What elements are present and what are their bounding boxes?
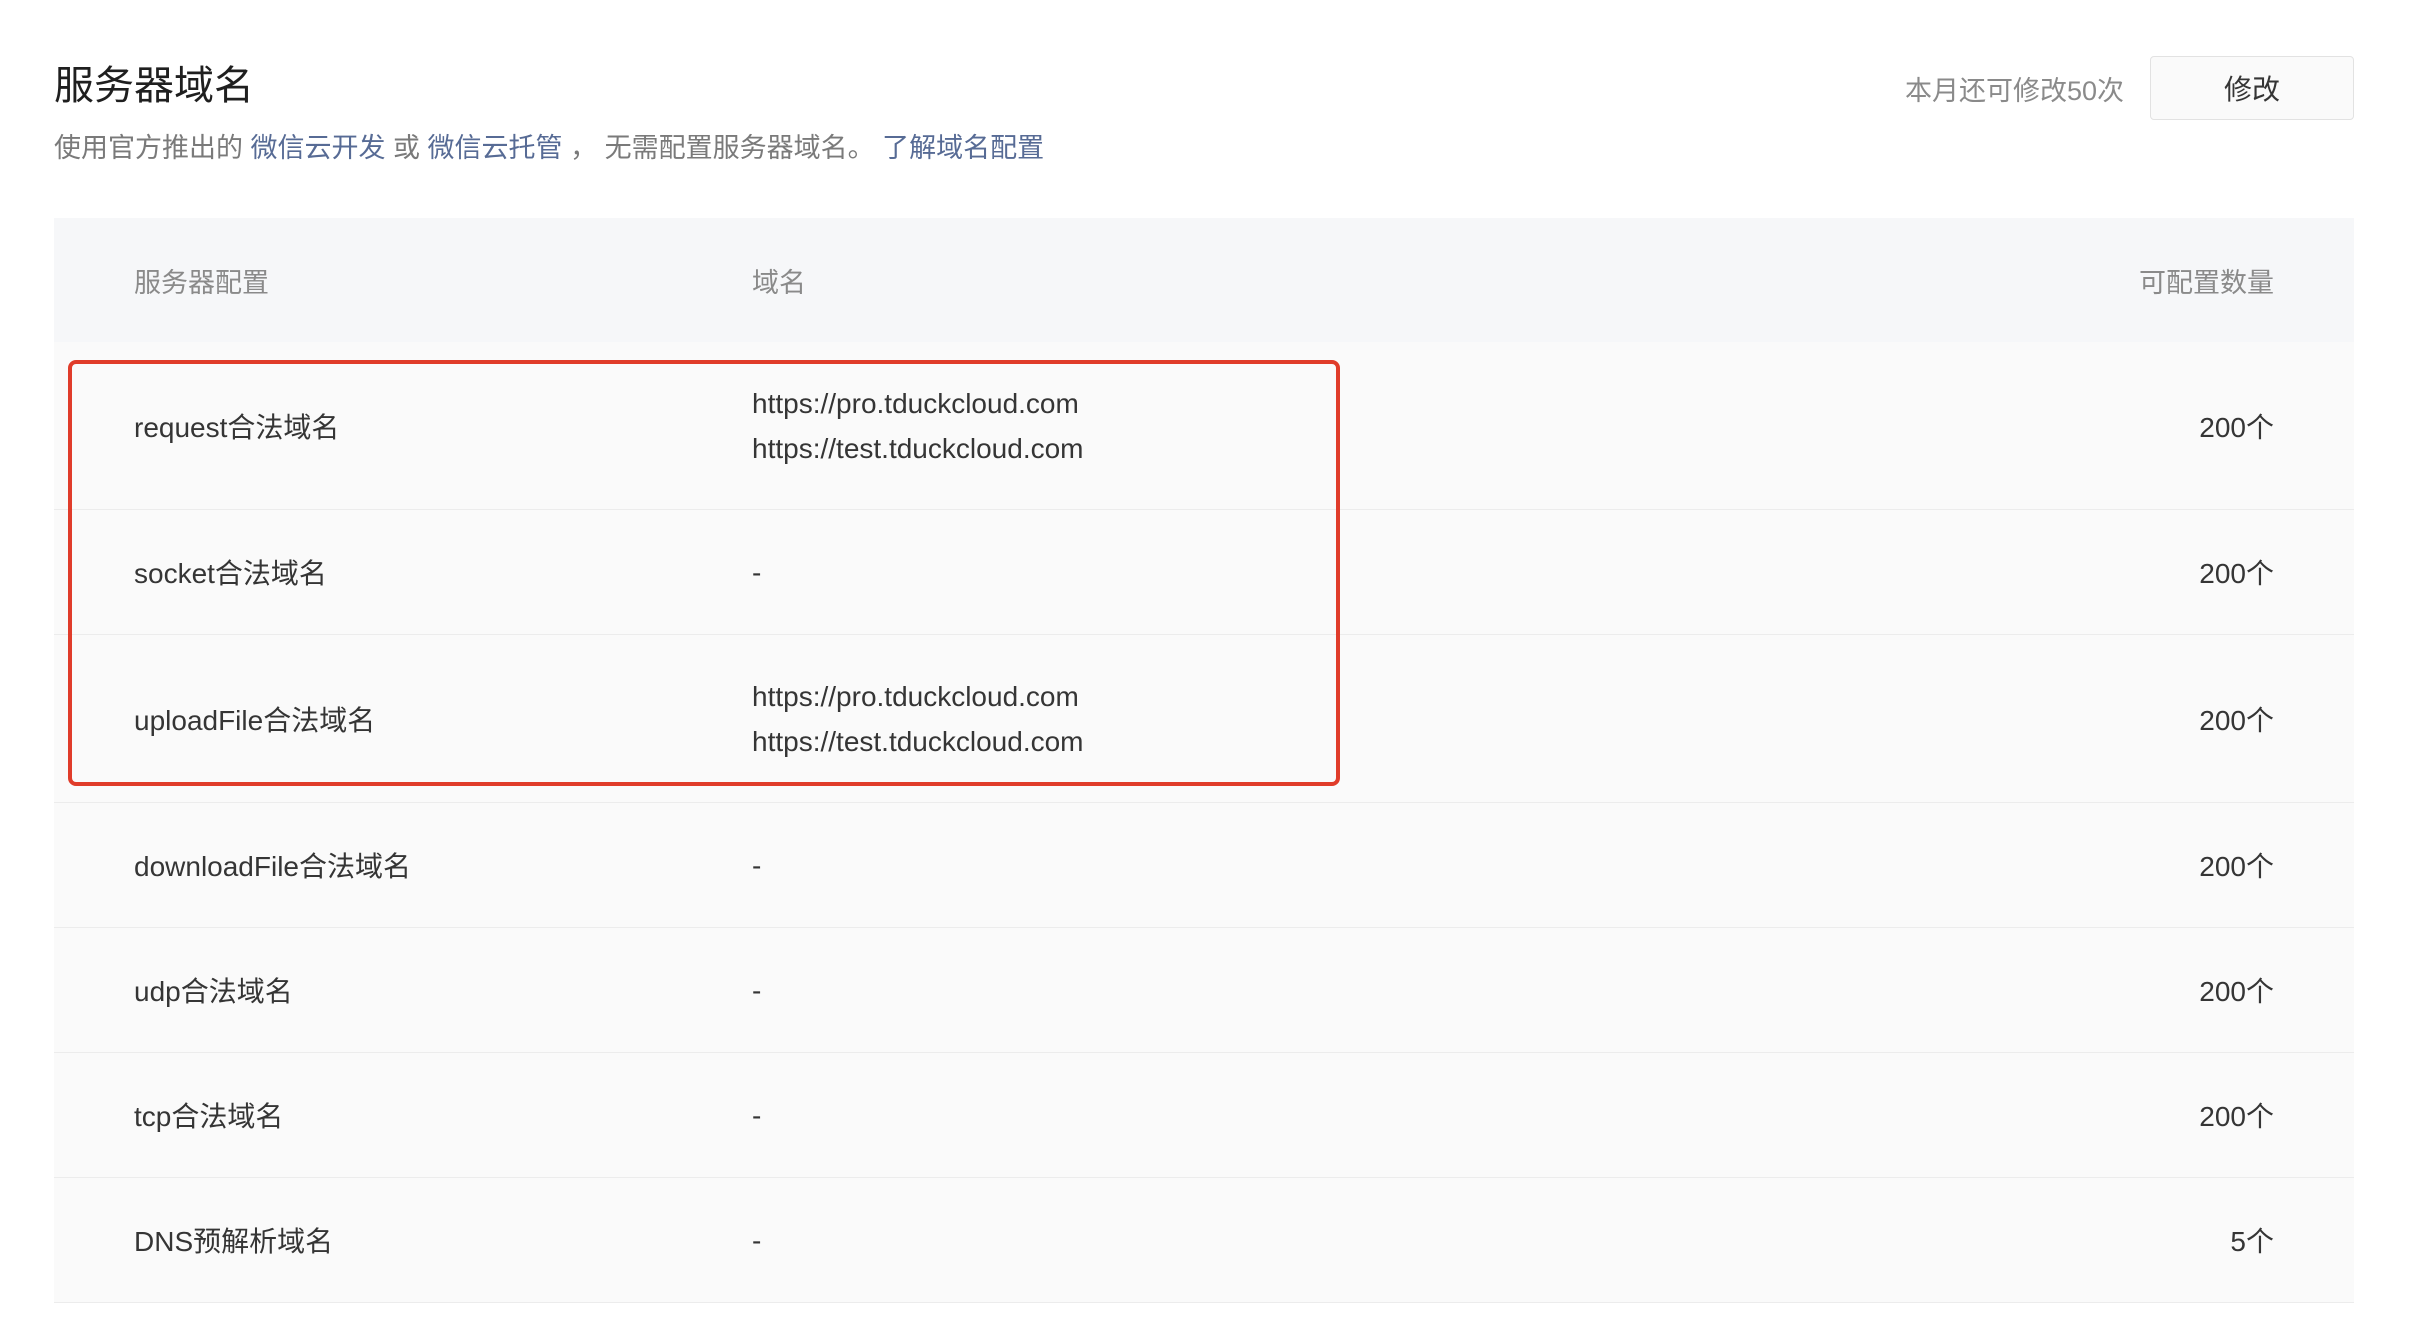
table-row: socket合法域名 - 200个	[54, 510, 2354, 635]
row-domain-list: https://pro.tduckcloud.com https://test.t…	[752, 674, 1954, 764]
header-count: 可配置数量	[2139, 267, 2274, 298]
row-config-name: request合法域名	[134, 411, 340, 443]
row-domain-value: -	[752, 974, 762, 1006]
table-row: request合法域名 https://pro.tduckcloud.com htt…	[54, 342, 2354, 510]
row-domain-list: -	[752, 968, 1954, 1013]
row-domain-value: -	[752, 1224, 762, 1256]
section-description: 使用官方推出的 微信云开发 或 微信云托管 ， 无需配置服务器域名。 了解域名配…	[54, 128, 2354, 168]
row-config-name: tcp合法域名	[134, 1101, 284, 1132]
server-domain-page: 服务器域名 使用官方推出的 微信云开发 或 微信云托管 ， 无需配置服务器域名。…	[0, 0, 2422, 1344]
table-row: DNS预解析域名 - 5个	[54, 1178, 2354, 1303]
cloud-host-link[interactable]: 微信云托管	[428, 133, 563, 163]
edit-button[interactable]: 修改	[2150, 56, 2354, 120]
row-domain-value: https://test.tduckcloud.com	[752, 725, 1084, 757]
row-quota: 200个	[2199, 558, 2274, 589]
table-row: downloadFile合法域名 - 200个	[54, 803, 2354, 928]
row-domain-value: -	[752, 1099, 762, 1131]
row-domain-list: -	[752, 1093, 1954, 1138]
row-domain-value: https://pro.tduckcloud.com	[752, 680, 1079, 712]
cloud-dev-link[interactable]: 微信云开发	[251, 133, 386, 163]
domain-table: 服务器配置 域名 可配置数量 request合法域名 https://pro.td…	[54, 218, 2354, 1303]
header-actions: 本月还可修改50次 修改	[1905, 56, 2354, 120]
row-quota: 200个	[2199, 1101, 2274, 1132]
table-row: tcp合法域名 - 200个	[54, 1053, 2354, 1178]
row-config-name: DNS预解析域名	[134, 1226, 334, 1257]
row-domain-list: -	[752, 1218, 1954, 1263]
header-domain: 域名	[752, 267, 806, 298]
table-row: udp合法域名 - 200个	[54, 928, 2354, 1053]
row-config-name: socket合法域名	[134, 558, 327, 589]
row-domain-value: -	[752, 556, 762, 588]
row-quota: 5个	[2230, 1226, 2274, 1257]
description-prefix: 使用官方推出的	[54, 133, 243, 163]
header-config: 服务器配置	[134, 267, 269, 298]
row-config-name: udp合法域名	[134, 976, 293, 1007]
row-domain-list: -	[752, 550, 1954, 595]
row-domain-value: -	[752, 849, 762, 881]
row-domain-value: https://pro.tduckcloud.com	[752, 387, 1079, 419]
row-domain-list: -	[752, 843, 1954, 888]
row-config-name: downloadFile合法域名	[134, 851, 411, 882]
or-text: 或	[393, 133, 421, 163]
table-body: request合法域名 https://pro.tduckcloud.com htt…	[54, 342, 2354, 1303]
remaining-edits-text: 本月还可修改50次	[1904, 75, 2124, 106]
table-header: 服务器配置 域名 可配置数量	[54, 218, 2354, 342]
description-middle: ， 无需配置服务器域名。	[570, 133, 875, 163]
table-row: uploadFile合法域名 https://pro.tduckcloud.com…	[54, 635, 2354, 803]
row-quota: 200个	[2199, 704, 2274, 736]
learn-domain-config-link[interactable]: 了解域名配置	[882, 133, 1044, 163]
row-quota: 200个	[2199, 411, 2274, 443]
row-domain-list: https://pro.tduckcloud.com https://test.t…	[752, 381, 1954, 471]
row-quota: 200个	[2199, 976, 2274, 1007]
row-quota: 200个	[2199, 851, 2274, 882]
row-domain-value: https://test.tduckcloud.com	[752, 432, 1084, 464]
row-config-name: uploadFile合法域名	[134, 704, 376, 736]
